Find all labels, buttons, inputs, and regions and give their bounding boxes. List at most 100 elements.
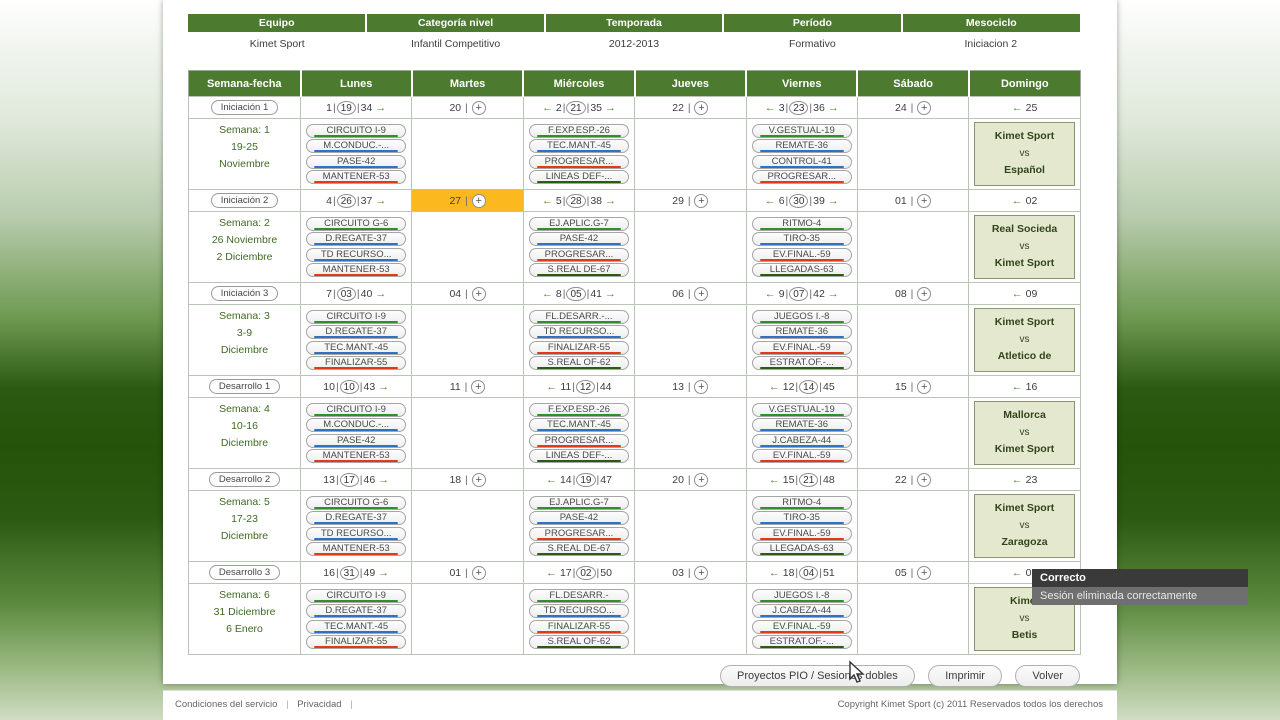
add-session-icon[interactable]: + <box>694 472 709 487</box>
session-nav-cell[interactable]: 08 | + <box>856 282 970 305</box>
add-session-icon[interactable]: + <box>471 472 486 487</box>
day-number-badge[interactable]: 12 <box>575 379 596 394</box>
add-session-icon[interactable]: + <box>694 565 709 580</box>
footer-privacy-link[interactable]: Privacidad <box>297 699 341 710</box>
task-pill[interactable]: EV.FINAL.-59 <box>751 247 852 262</box>
move-session-left-icon[interactable]: ← <box>1012 195 1023 207</box>
task-pill[interactable]: TEC.MANT.-45 <box>306 340 407 355</box>
footer-terms-link[interactable]: Condiciones del servicio <box>175 699 277 710</box>
task-pill[interactable]: M.CONDUC.-... <box>306 418 407 432</box>
task-pill[interactable]: PROGRESAR... <box>528 526 630 541</box>
add-session-icon[interactable]: + <box>694 286 709 301</box>
task-pill[interactable]: PROGRESAR... <box>751 170 852 184</box>
move-session-left-icon[interactable]: ← <box>1012 567 1023 579</box>
microcycle-badge[interactable]: Iniciación 1 <box>210 100 279 115</box>
day-number-badge[interactable]: 02 <box>576 565 596 580</box>
session-nav-cell[interactable]: ← 23 <box>968 468 1081 491</box>
day-number-badge[interactable]: 30 <box>789 193 809 208</box>
task-pill[interactable]: D.REGATE-37 <box>306 325 407 339</box>
task-pill[interactable]: PROGRESAR... <box>528 154 630 169</box>
session-nav-cell[interactable]: ← 5| 28 |38 → <box>522 189 636 212</box>
move-session-left-icon[interactable]: ← <box>765 102 776 114</box>
task-pill[interactable]: PASE-42 <box>306 154 407 169</box>
task-pill[interactable]: J.CABEZA-44 <box>751 604 852 618</box>
session-nav-cell[interactable]: 24 | + <box>856 96 970 119</box>
move-session-left-icon[interactable]: ← <box>542 102 553 114</box>
task-pill[interactable]: S.REAL OF-62 <box>528 356 630 370</box>
move-session-left-icon[interactable]: ← <box>546 567 557 579</box>
task-pill[interactable]: CIRCUITO I-9 <box>306 402 407 417</box>
task-pill[interactable]: TEC.MANT.-45 <box>528 139 630 153</box>
session-nav-cell[interactable]: 27 | + <box>411 189 524 212</box>
session-nav-cell[interactable]: ← 9| 07 |42 → <box>745 282 858 305</box>
move-session-right-icon[interactable]: → <box>375 195 386 207</box>
task-pill[interactable]: MANTENER-53 <box>306 449 407 463</box>
day-number-badge[interactable]: 19 <box>336 100 356 115</box>
task-pill[interactable]: F.EXP.ESP.-26 <box>528 402 630 417</box>
task-pill[interactable]: EV.FINAL.-59 <box>751 340 852 355</box>
session-nav-cell[interactable]: 13 | + <box>634 375 747 398</box>
move-session-left-icon[interactable]: ← <box>546 474 557 486</box>
task-pill[interactable]: PASE-42 <box>528 511 630 525</box>
volver-button[interactable]: Volver <box>1015 665 1080 687</box>
session-nav-cell[interactable]: ← 2| 21 |35 → <box>522 96 636 119</box>
task-pill[interactable]: JUEGOS I.-8 <box>751 309 852 324</box>
task-pill[interactable]: JUEGOS I.-8 <box>751 588 852 603</box>
task-pill[interactable]: M.CONDUC.-... <box>306 139 407 153</box>
session-nav-cell[interactable]: 20 | + <box>634 468 747 491</box>
task-pill[interactable]: LLEGADAS-63 <box>751 263 852 277</box>
move-session-left-icon[interactable]: ← <box>769 474 780 486</box>
task-pill[interactable]: S.REAL DE-67 <box>528 263 630 277</box>
microcycle-badge[interactable]: Iniciación 2 <box>210 193 279 208</box>
task-pill[interactable]: FINALIZAR-55 <box>306 635 407 649</box>
task-pill[interactable]: F.EXP.ESP.-26 <box>528 123 630 138</box>
task-pill[interactable]: CONTROL-41 <box>751 154 852 169</box>
move-session-left-icon[interactable]: ← <box>1012 288 1023 300</box>
day-number-badge[interactable]: 05 <box>566 286 586 301</box>
task-pill[interactable]: J.CABEZA-44 <box>751 433 852 448</box>
day-number-badge[interactable]: 31 <box>339 565 359 580</box>
session-nav-cell[interactable]: 18 | + <box>411 468 524 491</box>
match-box[interactable]: Kimet Sport vs Zaragoza <box>974 494 1075 558</box>
task-pill[interactable]: MANTENER-53 <box>306 263 407 277</box>
task-pill[interactable]: CIRCUITO I-9 <box>306 309 407 324</box>
session-nav-cell[interactable]: 01 | + <box>411 561 524 584</box>
task-pill[interactable]: REMATE-36 <box>751 139 852 153</box>
add-session-icon[interactable]: + <box>917 193 932 208</box>
task-pill[interactable]: V.GESTUAL-19 <box>751 123 852 138</box>
task-pill[interactable]: TD RECURSO... <box>528 325 630 339</box>
task-pill[interactable]: FL.DESARR.-... <box>528 309 630 324</box>
day-number-badge[interactable]: 07 <box>789 286 809 301</box>
move-session-left-icon[interactable]: ← <box>1012 381 1023 393</box>
day-number-badge[interactable]: 23 <box>789 100 809 115</box>
move-session-right-icon[interactable]: → <box>378 474 389 486</box>
match-box[interactable]: Kimet Sport vs Atletico de <box>974 308 1075 372</box>
task-pill[interactable]: FINALIZAR-55 <box>306 356 407 370</box>
microcycle-badge[interactable]: Iniciación 3 <box>210 286 279 301</box>
session-nav-cell[interactable]: 4| 26 |37 → <box>299 189 413 212</box>
move-session-left-icon[interactable]: ← <box>1012 474 1023 486</box>
task-pill[interactable]: TD RECURSO... <box>306 526 407 541</box>
session-nav-cell[interactable]: 10| 10 |43 → <box>299 375 413 398</box>
session-nav-cell[interactable]: 7| 03 |40 → <box>299 282 413 305</box>
move-session-right-icon[interactable]: → <box>378 567 389 579</box>
session-nav-cell[interactable]: 20 | + <box>411 96 524 119</box>
session-nav-cell[interactable]: 16| 31 |49 → <box>299 561 413 584</box>
match-box[interactable]: Real Socieda vs Kimet Sport <box>974 215 1075 279</box>
task-pill[interactable]: TIRO-35 <box>751 511 852 525</box>
match-box[interactable]: Mallorca vs Kimet Sport <box>974 401 1075 465</box>
task-pill[interactable]: REMATE-36 <box>751 418 852 432</box>
day-number-badge[interactable]: 17 <box>339 472 359 487</box>
add-session-icon[interactable]: + <box>694 100 709 115</box>
task-pill[interactable]: FINALIZAR-55 <box>528 340 630 355</box>
session-nav-cell[interactable]: 22 | + <box>856 468 970 491</box>
move-session-left-icon[interactable]: ← <box>542 195 553 207</box>
microcycle-badge[interactable]: Desarrollo 1 <box>208 379 281 394</box>
task-pill[interactable]: V.GESTUAL-19 <box>751 402 852 417</box>
task-pill[interactable]: S.REAL DE-67 <box>528 542 630 556</box>
day-number-badge[interactable]: 28 <box>566 193 586 208</box>
move-session-right-icon[interactable]: → <box>378 381 389 393</box>
session-nav-cell[interactable]: 01 | + <box>856 189 970 212</box>
add-session-icon[interactable]: + <box>471 379 486 394</box>
task-pill[interactable]: TD RECURSO... <box>306 247 407 262</box>
